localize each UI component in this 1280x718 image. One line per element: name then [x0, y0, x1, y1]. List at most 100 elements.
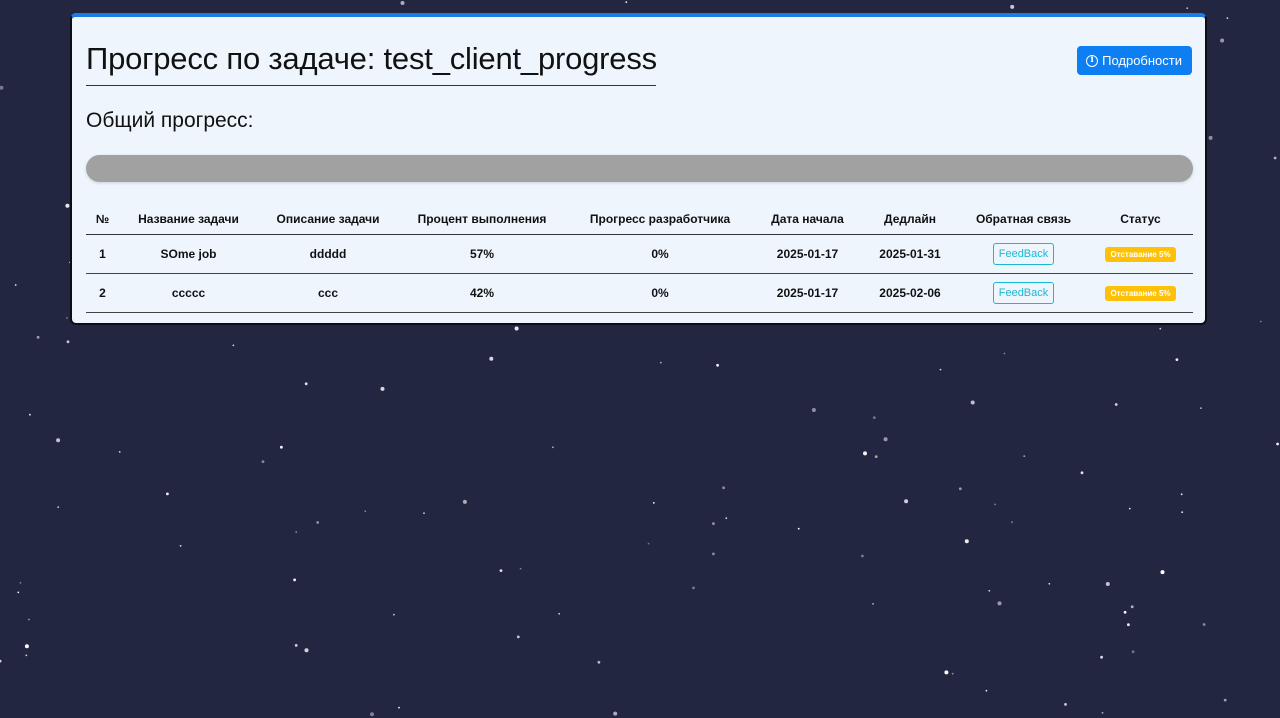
star [552, 446, 554, 449]
star [883, 437, 888, 442]
star [14, 284, 17, 286]
star [1101, 711, 1104, 714]
star [516, 635, 520, 639]
star [904, 499, 909, 504]
cell-description: ddddd [258, 234, 398, 274]
star [1220, 38, 1225, 43]
star [1208, 135, 1213, 140]
star [874, 455, 878, 458]
table-row: 2 ccccc ccc 42% 0% 2025-01-17 2025-02-06… [86, 273, 1193, 313]
header-name: Название задачи [119, 204, 258, 235]
overall-progress-bar [86, 155, 1193, 182]
star [613, 711, 618, 716]
cell-feedback: FeedBack [959, 273, 1088, 313]
star [797, 527, 800, 530]
table-header-row: № Название задачи Описание задачи Процен… [86, 204, 1193, 235]
star [985, 689, 988, 692]
star [722, 486, 725, 490]
star [118, 451, 121, 453]
star [1010, 4, 1015, 9]
star [647, 542, 650, 545]
star [1160, 570, 1165, 575]
star [364, 510, 367, 513]
cell-name: ccccc [119, 273, 258, 313]
star [1105, 582, 1110, 586]
star [625, 1, 628, 3]
star [811, 408, 816, 412]
star [1202, 623, 1206, 626]
feedback-button[interactable]: FeedBack [992, 243, 1055, 265]
star [652, 502, 655, 504]
star [1200, 407, 1202, 409]
header-feedback: Обратная связь [959, 204, 1088, 235]
star [380, 386, 385, 391]
star [304, 382, 308, 386]
star [393, 613, 395, 616]
status-badge: Отставание 5% [1105, 247, 1176, 262]
star [398, 706, 400, 709]
star [712, 522, 715, 525]
star [863, 451, 867, 456]
header-num: № [86, 204, 119, 235]
star [1259, 320, 1262, 323]
star [28, 618, 30, 621]
cell-feedback: FeedBack [959, 234, 1088, 274]
star [499, 569, 503, 572]
star [970, 400, 975, 405]
cell-percent: 57% [398, 234, 566, 274]
star [261, 460, 265, 463]
star [489, 356, 494, 361]
star [304, 648, 309, 653]
star [1003, 352, 1006, 355]
cell-num: 2 [86, 273, 119, 313]
details-button[interactable]: i Подробности [1077, 46, 1192, 75]
star [519, 567, 522, 570]
cell-dev-progress: 0% [566, 234, 754, 274]
tasks-table: № Название задачи Описание задачи Процен… [86, 204, 1193, 313]
star [1186, 7, 1189, 10]
star [1114, 403, 1118, 406]
star [24, 644, 29, 649]
star [316, 521, 320, 524]
star [1131, 650, 1135, 654]
star [56, 438, 61, 443]
star [994, 503, 996, 506]
feedback-button[interactable]: FeedBack [992, 282, 1055, 304]
cell-status: Отставание 5% [1088, 273, 1193, 313]
star [861, 554, 864, 558]
star [166, 492, 169, 496]
header-deadline: Дедлайн [861, 204, 959, 235]
star [692, 586, 695, 590]
star [1011, 521, 1013, 523]
cell-description: ccc [258, 273, 398, 313]
star [1276, 442, 1279, 446]
cell-name: SOme job [119, 234, 258, 274]
header-dev-progress: Прогресс разработчика [566, 204, 754, 235]
star [1130, 605, 1134, 609]
header-description: Описание задачи [258, 204, 398, 235]
cell-deadline: 2025-01-31 [861, 234, 959, 274]
star [25, 654, 28, 657]
star [294, 644, 298, 647]
star [1100, 655, 1103, 659]
star [1223, 698, 1227, 702]
star [65, 203, 70, 208]
star [232, 344, 235, 347]
details-button-label: Подробности [1102, 53, 1182, 68]
header-status: Статус [1088, 204, 1193, 235]
star [1180, 493, 1183, 496]
star [1159, 327, 1162, 330]
cell-dev-progress: 0% [566, 273, 754, 313]
star [659, 361, 662, 364]
star [1181, 511, 1184, 514]
star [964, 539, 969, 544]
star [1064, 703, 1067, 706]
cell-num: 1 [86, 234, 119, 274]
star [1123, 610, 1127, 614]
star [66, 340, 70, 344]
star [1048, 582, 1051, 585]
task-progress-card: Прогресс по задаче: test_client_progress… [70, 13, 1207, 325]
star [716, 363, 719, 367]
star [1023, 455, 1026, 457]
star [1273, 156, 1277, 160]
